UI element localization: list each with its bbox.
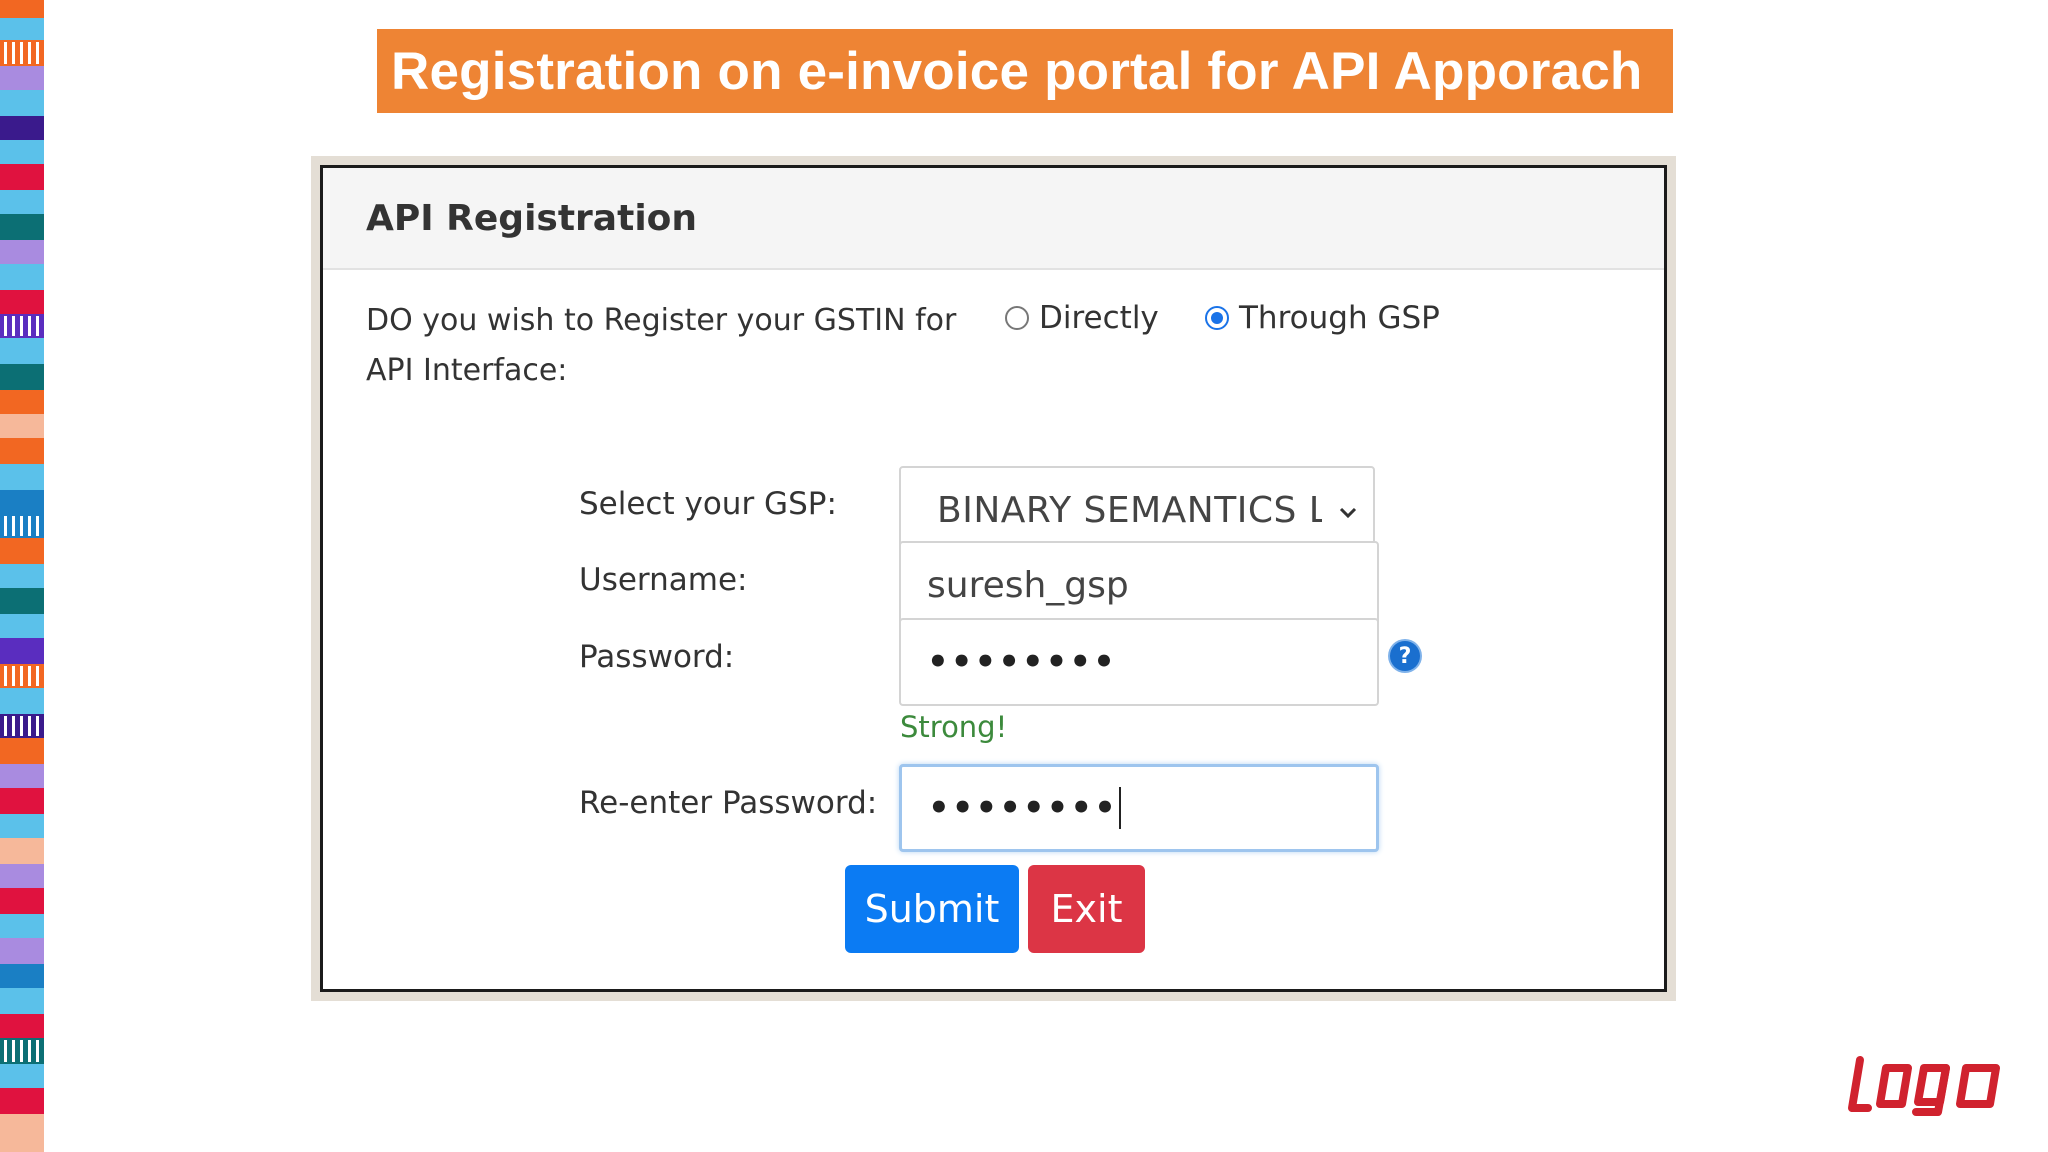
text-caret [1118,787,1121,829]
help-icon[interactable]: ? [1390,641,1420,671]
question-line-2: API Interface: [366,353,568,388]
panel-title: API Registration [366,197,698,239]
password-strength: Strong! [900,710,1008,744]
submit-button[interactable]: Submit [845,865,1019,953]
password-input[interactable]: •••••••• [899,618,1379,706]
registration-question: DO you wish to Register your GSTIN for A… [366,296,966,396]
radio-option-directly[interactable]: Directly [1005,300,1159,336]
gsp-select-value: BINARY SEMANTICS LTD [937,489,1322,531]
slide-title: Registration on e-invoice portal for API… [391,41,1643,101]
question-line-1: DO you wish to Register your GSTIN for [366,303,957,338]
reenter-password-input[interactable]: •••••••• [899,764,1379,852]
radio-through-gsp-label: Through GSP [1239,300,1440,336]
decorative-stripe [0,0,44,1152]
gsp-label: Select your GSP: [579,486,837,522]
reenter-password-value: •••••••• [928,788,1118,828]
password-value: •••••••• [927,642,1117,682]
password-label: Password: [579,639,735,675]
title-banner: Registration on e-invoice portal for API… [377,29,1673,113]
screenshot-frame: API Registration DO you wish to Register… [311,156,1676,1001]
radio-directly-label: Directly [1039,300,1159,336]
logo [1846,1052,2006,1122]
exit-button[interactable]: Exit [1028,865,1145,953]
radio-directly[interactable] [1005,306,1029,330]
username-label: Username: [579,562,748,598]
reenter-password-label: Re-enter Password: [579,785,878,821]
radio-option-through-gsp[interactable]: Through GSP [1205,300,1440,336]
username-value: suresh_gsp [927,564,1129,606]
panel-header: API Registration [323,168,1664,270]
radio-through-gsp[interactable] [1205,306,1229,330]
api-registration-panel: API Registration DO you wish to Register… [320,165,1667,992]
chevron-down-icon [1339,498,1357,526]
username-input[interactable]: suresh_gsp [899,541,1379,629]
